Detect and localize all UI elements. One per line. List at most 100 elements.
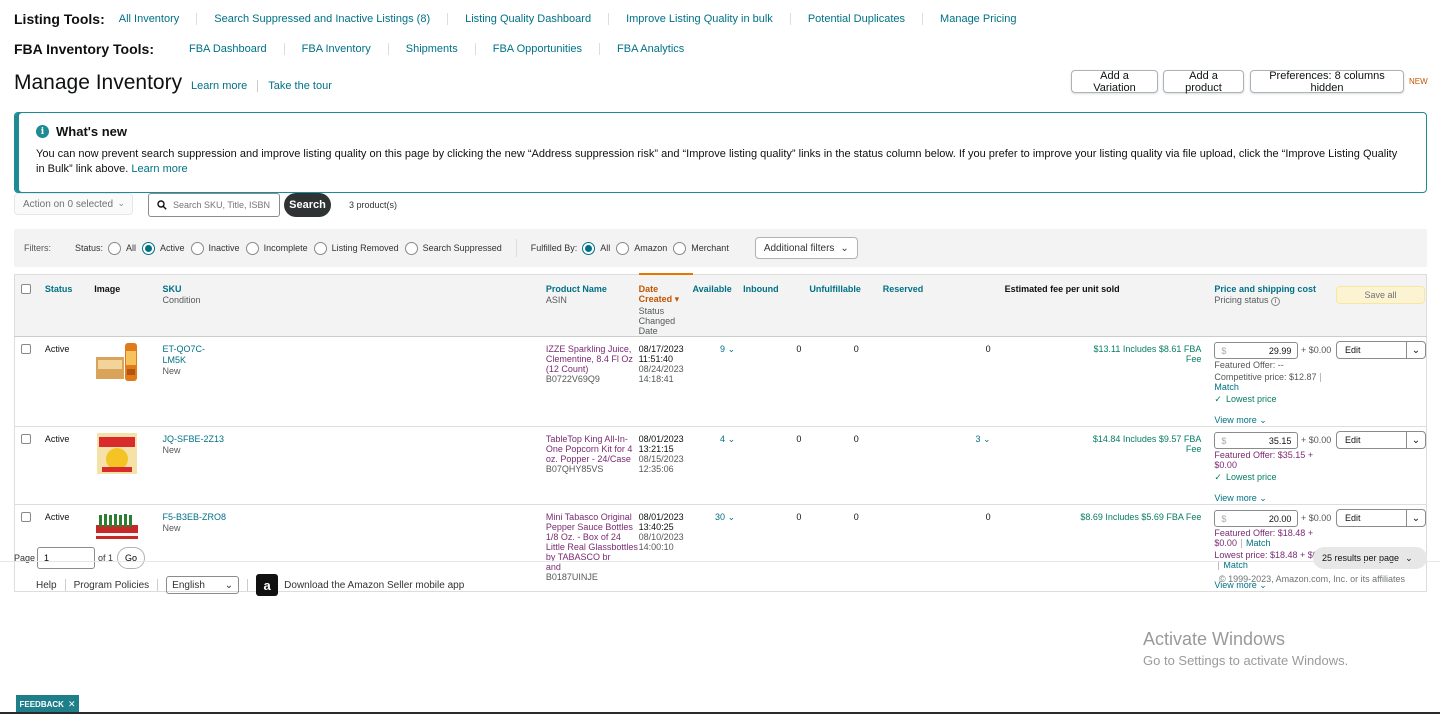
row-checkbox[interactable] (21, 434, 31, 445)
whats-new-learn-more[interactable]: Learn more (131, 163, 187, 175)
bulk-action-dropdown[interactable]: Action on 0 selected ⌄ (14, 193, 133, 215)
nav-potential-duplicates[interactable]: Potential Duplicates (789, 13, 922, 25)
nav-shipments[interactable]: Shipments (387, 43, 475, 55)
download-app-link[interactable]: Download the Amazon Seller mobile app (284, 580, 464, 591)
nav-improve-listing-quality[interactable]: Improve Listing Quality in bulk (608, 13, 790, 25)
col-product-name[interactable]: Product Name ASIN (545, 274, 639, 337)
sku-link[interactable]: F5-B3EB-ZRO8 (162, 512, 545, 523)
row-checkbox[interactable] (21, 344, 31, 354)
nav-fba-opportunities[interactable]: FBA Opportunities (474, 43, 599, 55)
add-variation-button[interactable]: Add a Variation (1071, 70, 1158, 94)
col-estimated-fee: Estimated fee per unit sold (990, 274, 1207, 337)
product-name-link[interactable]: IZZE Sparkling Juice, Clementine, 8.4 Fl… (546, 344, 639, 374)
edit-button[interactable]: Edit (1337, 342, 1407, 358)
activate-windows-watermark: Activate Windows Go to Settings to activ… (1143, 629, 1348, 668)
available-cell[interactable]: 30 ⌄ (692, 504, 744, 593)
match-link[interactable]: Match (1246, 538, 1271, 548)
match-link[interactable]: Match (1214, 382, 1239, 392)
fulfilled-radio-amazon[interactable]: Amazon (616, 241, 667, 255)
radio-label: Inactive (208, 243, 240, 253)
radio-label: Listing Removed (331, 243, 399, 253)
col-reserved[interactable]: Reserved (866, 274, 991, 337)
program-policies-link[interactable]: Program Policies (74, 580, 150, 591)
col-label: Image (94, 283, 121, 294)
go-button[interactable]: Go (117, 547, 146, 569)
sku-link[interactable]: JQ-SFBE-2Z13 (162, 434, 545, 445)
col-sku[interactable]: SKU Condition (162, 274, 546, 337)
help-link[interactable]: Help (36, 580, 57, 591)
status-radio-search-suppressed[interactable]: Search Suppressed (404, 241, 502, 255)
nav-listing-quality-dashboard[interactable]: Listing Quality Dashboard (447, 13, 608, 25)
view-more-link[interactable]: View more ⌄ (1214, 493, 1336, 504)
nav-fba-analytics[interactable]: FBA Analytics (599, 43, 701, 55)
radio-icon (616, 241, 630, 255)
available-cell[interactable]: 9 ⌄ (692, 336, 744, 428)
preferences-button[interactable]: Preferences: 8 columns hidden (1250, 70, 1404, 94)
col-sublabel: Pricing status i (1214, 295, 1336, 306)
status-radio-active[interactable]: Active (142, 241, 185, 255)
col-sublabel: Status Changed Date (638, 306, 676, 336)
col-date-created[interactable]: Date Created ▾ Status Changed Date (638, 273, 693, 337)
table-row: Active ET-QO7C- LM5K New IZZE Sparkling J… (14, 336, 1427, 428)
search-input[interactable] (173, 200, 273, 210)
close-icon[interactable]: ✕ (68, 699, 76, 710)
col-label: SKU (162, 283, 182, 294)
add-product-button[interactable]: Add a product (1163, 70, 1244, 94)
fee-text: Fee (1185, 444, 1202, 455)
info-icon: i (36, 125, 49, 138)
status-radio-incomplete[interactable]: Incomplete (245, 241, 308, 255)
product-image-tabasco[interactable] (94, 511, 140, 541)
fulfilled-radio-merchant[interactable]: Merchant (673, 241, 729, 255)
col-unfulfillable[interactable]: Unfulfillable (809, 274, 867, 337)
price-input[interactable]: $29.99 (1214, 342, 1299, 359)
sku-link[interactable]: ET-QO7C- LM5K (162, 344, 545, 366)
row-checkbox[interactable] (21, 512, 31, 523)
nav-fba-inventory[interactable]: FBA Inventory (283, 43, 388, 55)
col-status[interactable]: Status (44, 274, 95, 337)
chevron-down-icon[interactable]: ⌄ (1407, 510, 1425, 526)
available-cell[interactable]: 4 ⌄ (692, 426, 744, 506)
learn-more-link[interactable]: Learn more (191, 80, 247, 92)
chevron-down-icon: ⌄ (224, 579, 234, 591)
page-number-input[interactable] (37, 547, 96, 569)
chevron-down-icon[interactable]: ⌄ (1407, 342, 1425, 358)
product-image-popcorn-kit[interactable] (94, 431, 140, 476)
col-price-shipping[interactable]: Price and shipping cost Pricing status i (1206, 274, 1336, 337)
results-per-page-dropdown[interactable]: 25 results per page ⌄ (1313, 547, 1427, 569)
estimated-fee: $14.84 Includes $9.57 FBA Fee (990, 426, 1207, 506)
search-button[interactable]: Search (284, 193, 331, 217)
take-tour-link[interactable]: Take the tour (268, 80, 332, 92)
save-all-button[interactable]: Save all (1336, 285, 1425, 304)
status-radio-all[interactable]: All (108, 241, 136, 255)
nav-manage-pricing[interactable]: Manage Pricing (922, 13, 1033, 25)
edit-button[interactable]: Edit (1337, 510, 1407, 527)
feedback-button[interactable]: FEEDBACK ✕ (16, 695, 79, 713)
status-radio-listing-removed[interactable]: Listing Removed (313, 241, 399, 255)
nav-all-inventory[interactable]: All Inventory (119, 13, 197, 25)
select-all-checkbox[interactable] (21, 283, 31, 294)
nav-search-suppressed[interactable]: Search Suppressed and Inactive Listings … (196, 13, 447, 25)
product-name-link[interactable]: TableTop King All-In-One Popcorn Kit for… (546, 434, 639, 464)
product-name-link[interactable]: Mini Tabasco Original Pepper Sauce Bottl… (546, 512, 639, 572)
fulfilled-radio-all[interactable]: All (582, 241, 610, 255)
price-input[interactable]: $20.00 (1214, 510, 1299, 528)
price-input[interactable]: $35.15 (1214, 432, 1299, 450)
price-value: 29.99 (1268, 345, 1292, 356)
additional-filters-button[interactable]: Additional filters ⌄ (754, 237, 858, 259)
reserved-cell[interactable]: 3 ⌄ (866, 426, 991, 506)
language-select[interactable]: English ⌄ (166, 576, 240, 594)
nav-fba-dashboard[interactable]: FBA Dashboard (168, 43, 284, 55)
view-more-link[interactable]: View more ⌄ (1214, 415, 1336, 426)
col-available[interactable]: Available (692, 274, 744, 337)
product-image-izze[interactable] (94, 341, 140, 384)
search-box[interactable] (148, 193, 280, 217)
row-actions: Edit ⌄ (1336, 336, 1427, 428)
chevron-down-icon[interactable]: ⌄ (1407, 432, 1425, 448)
col-label: Inbound (743, 283, 779, 294)
col-inbound[interactable]: Inbound (743, 274, 810, 337)
competitive-price: Competitive price: $12.87 (1214, 372, 1317, 382)
product-name-text: and (545, 562, 561, 573)
status-radio-inactive[interactable]: Inactive (190, 241, 240, 255)
edit-button[interactable]: Edit (1337, 432, 1407, 449)
unfulfillable-qty: 0 (809, 426, 867, 506)
